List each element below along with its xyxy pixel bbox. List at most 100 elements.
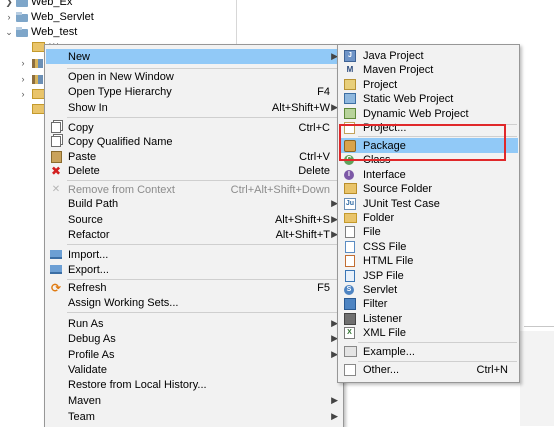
menu-separator <box>358 136 517 137</box>
menu-item-open-type-hierarchy[interactable]: Open Type Hierarchy F4 <box>46 84 342 99</box>
class-icon: C <box>344 154 354 165</box>
menu-item-label: Maven <box>68 394 102 407</box>
menu-item-export[interactable]: Export... <box>46 262 342 277</box>
submenu-item-jsp-file[interactable]: JSP File <box>339 268 518 283</box>
library-icon <box>32 58 43 68</box>
menu-item-profile-as[interactable]: Profile As ▶ <box>46 347 342 362</box>
tree-item-project[interactable]: › Web_Servlet <box>4 9 94 25</box>
dynamic-web-project-icon <box>344 108 356 119</box>
expand-arrow-icon[interactable]: › <box>18 74 28 84</box>
submenu-item-other[interactable]: Other... Ctrl+N <box>339 362 518 377</box>
submenu-item-css-file[interactable]: CSS File <box>339 239 518 254</box>
submenu-item-filter[interactable]: Filter <box>339 296 518 311</box>
menu-item-copy[interactable]: Copy Ctrl+C <box>46 120 342 135</box>
filter-icon <box>344 297 356 310</box>
paste-icon <box>51 150 62 163</box>
menu-item-open-new-window[interactable]: Open in New Window <box>46 69 342 84</box>
shortcut-label: Alt+Shift+T <box>275 228 330 241</box>
submenu-item-java-project[interactable]: J Java Project <box>339 48 518 63</box>
tree-item-project[interactable]: ⌄ Web_test <box>4 24 77 40</box>
expand-arrow-icon[interactable]: › <box>18 89 28 99</box>
menu-item-label: JUnit Test Case <box>363 197 440 210</box>
package-icon <box>344 139 356 152</box>
collapse-arrow-icon[interactable]: ⌄ <box>4 27 14 38</box>
jsp-file-icon <box>345 269 355 282</box>
menu-separator <box>67 244 341 245</box>
menu-item-refresh[interactable]: ⟳ Refresh F5 <box>46 280 342 295</box>
collapse-arrow-icon[interactable]: ❯ <box>4 0 14 8</box>
menu-item-assign-working-sets[interactable]: Assign Working Sets... <box>46 295 342 310</box>
shortcut-label: Ctrl+C <box>298 121 330 134</box>
tree-item-child[interactable]: › <box>18 87 45 101</box>
submenu-item-example[interactable]: Example... <box>339 344 518 359</box>
menu-item-label: Package <box>363 139 406 152</box>
submenu-item-xml-file[interactable]: X XML File <box>339 325 518 340</box>
shortcut-label: Alt+Shift+S <box>274 213 330 226</box>
menu-item-label: Run As <box>68 317 104 330</box>
submenu-item-file[interactable]: File <box>339 224 518 239</box>
shortcut-label: Ctrl+Alt+Shift+Down <box>230 183 330 196</box>
menu-item-new[interactable]: New ▶ <box>46 49 342 64</box>
menu-item-build-path[interactable]: Build Path ▶ <box>46 196 342 211</box>
submenu-arrow-icon: ▶ <box>331 395 338 405</box>
menu-item-import[interactable]: Import... <box>46 247 342 262</box>
shortcut-label: Delete <box>298 164 330 177</box>
menu-item-remove-from-context[interactable]: ✕ Remove from Context Ctrl+Alt+Shift+Dow… <box>46 182 342 197</box>
tree-item-child[interactable]: › <box>18 56 43 70</box>
menu-item-restore-local-history[interactable]: Restore from Local History... <box>46 377 342 392</box>
submenu-item-project[interactable]: Project <box>339 77 518 92</box>
submenu-item-html-file[interactable]: HTML File <box>339 253 518 268</box>
menu-item-source[interactable]: Source Alt+Shift+S ▶ <box>46 212 342 227</box>
menu-item-label: Project... <box>363 121 407 134</box>
context-menu: New ▶ Open in New Window Open Type Hiera… <box>44 44 344 427</box>
menu-item-maven[interactable]: Maven ▶ <box>46 393 342 408</box>
submenu-item-maven-project[interactable]: M Maven Project <box>339 62 518 77</box>
menu-item-validate[interactable]: Validate <box>46 362 342 377</box>
menu-item-delete[interactable]: ✖ Delete Delete <box>46 163 342 178</box>
submenu-item-interface[interactable]: I Interface <box>339 167 518 182</box>
servlet-icon: S <box>344 284 354 295</box>
menu-item-run-as[interactable]: Run As ▶ <box>46 316 342 331</box>
copy-qualified-icon <box>50 136 62 148</box>
menu-item-refactor[interactable]: Refactor Alt+Shift+T ▶ <box>46 227 342 242</box>
submenu-item-listener[interactable]: Listener <box>339 311 518 326</box>
project-icon <box>16 12 28 22</box>
submenu-item-servlet[interactable]: S Servlet <box>339 282 518 297</box>
expand-arrow-icon[interactable]: › <box>4 12 14 22</box>
menu-item-label: Team <box>68 410 95 423</box>
menu-item-label: Filter <box>363 297 388 310</box>
submenu-arrow-icon: ▶ <box>331 411 338 421</box>
menu-item-label: XML File <box>363 326 406 339</box>
submenu-item-folder[interactable]: Folder <box>339 210 518 225</box>
refresh-icon: ⟳ <box>50 280 62 295</box>
menu-item-label: Folder <box>363 211 395 224</box>
menu-item-copy-qualified-name[interactable]: Copy Qualified Name <box>46 134 342 149</box>
import-icon <box>50 250 62 259</box>
menu-item-label: Open Type Hierarchy <box>68 85 172 98</box>
menu-item-show-in[interactable]: Show In Alt+Shift+W ▶ <box>46 100 342 115</box>
menu-item-label: Refactor <box>68 228 110 241</box>
shortcut-label: F4 <box>317 85 330 98</box>
tree-item-child[interactable] <box>30 102 45 116</box>
menu-item-debug-as[interactable]: Debug As ▶ <box>46 331 342 346</box>
menu-item-label: JSP File <box>363 269 404 282</box>
submenu-item-package[interactable]: Package <box>339 138 518 153</box>
submenu-item-class[interactable]: C Class <box>339 152 518 167</box>
submenu-item-source-folder[interactable]: Source Folder <box>339 181 518 196</box>
menu-item-label: Servlet <box>363 283 398 296</box>
file-icon <box>345 225 355 238</box>
menu-item-label: Maven Project <box>363 63 434 76</box>
maven-project-icon: M <box>346 65 354 74</box>
expand-arrow-icon[interactable]: › <box>18 58 28 68</box>
submenu-item-project-wizard[interactable]: Project... <box>339 120 518 135</box>
submenu-item-dynamic-web-project[interactable]: Dynamic Web Project <box>339 106 518 121</box>
library-icon <box>32 74 43 84</box>
html-file-icon <box>345 254 355 267</box>
submenu-item-junit-test-case[interactable]: Ju JUnit Test Case <box>339 196 518 211</box>
shortcut-label: Ctrl+N <box>476 363 508 376</box>
menu-item-paste[interactable]: Paste Ctrl+V <box>46 149 342 164</box>
tree-item-child[interactable]: › <box>18 72 43 86</box>
menu-item-label: Project <box>363 78 398 91</box>
menu-item-team[interactable]: Team ▶ <box>46 409 342 424</box>
submenu-item-static-web-project[interactable]: Static Web Project <box>339 91 518 106</box>
